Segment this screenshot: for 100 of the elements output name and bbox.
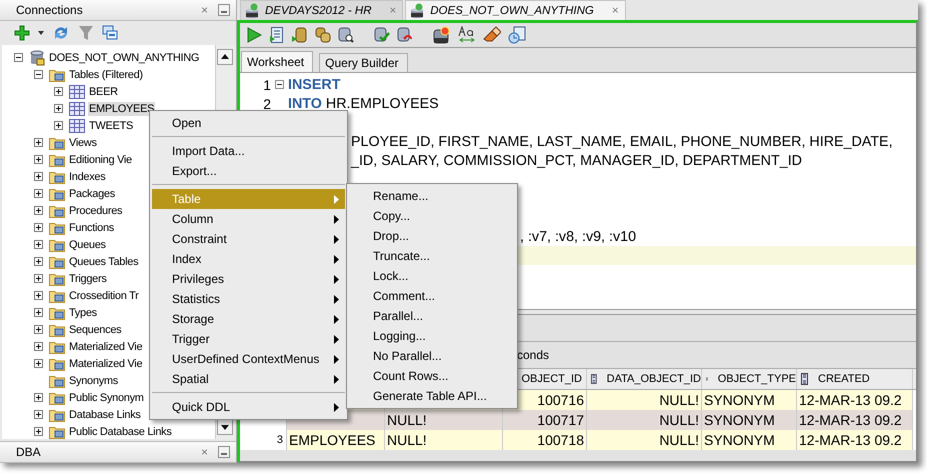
submenu-arrow-icon [334,354,339,364]
expand-icon[interactable] [34,274,43,283]
table-cell: NULL! [587,390,702,410]
database-icon [245,2,261,18]
document-icon[interactable] [269,27,285,43]
expand-icon[interactable] [54,104,63,113]
refresh-icon[interactable] [52,25,70,41]
expand-icon[interactable] [34,342,43,351]
table-icon [69,102,85,116]
menu-item[interactable]: Logging... [349,326,515,346]
tree-item[interactable]: BEER [88,84,119,98]
menu-item[interactable]: Spatial [152,369,345,389]
tree-item[interactable]: Types [68,306,98,320]
close-button[interactable]: × [200,3,208,17]
tree-item[interactable]: Database Links [68,408,142,422]
expand-icon[interactable] [34,189,43,198]
scroll-down-icon[interactable] [217,419,233,435]
expand-icon[interactable] [54,87,63,96]
tree-item[interactable]: Packages [68,186,116,200]
expand-icon[interactable] [34,325,43,334]
windows-icon[interactable] [102,25,118,41]
menu-item[interactable]: UserDefined ContextMenus [152,349,345,369]
scroll-up-icon[interactable] [217,49,233,65]
expand-icon[interactable] [34,155,43,164]
tree-item[interactable]: Views [68,136,98,150]
folder-icon [49,204,65,218]
document-tab[interactable]: DOES_NOT_OWN_ANYTHING × [405,0,626,20]
folder-icon [49,136,65,150]
menu-label: UserDefined ContextMenus [172,352,320,366]
header-label: CREATED [818,373,870,385]
tree-item[interactable]: Queues Tables [68,254,140,268]
menu-item[interactable]: Storage [152,309,345,329]
expand-icon[interactable] [34,172,43,181]
tree-item[interactable]: Queues [68,238,107,252]
expand-icon[interactable] [34,393,43,402]
worksheet-tab[interactable]: Query Builder [319,53,408,72]
tree-item[interactable]: Public Synonym [68,390,145,404]
tree-item[interactable]: Crossedition Tr [68,288,140,302]
collapse-icon[interactable] [34,70,43,79]
table-row[interactable]: 3 EMPLOYEES NULL! 100718 NULL! SYNONYM 12-MAR-13 09.2 [240,430,916,450]
sort-icon[interactable] [591,373,597,385]
menu-item[interactable]: Trigger [152,329,345,349]
collapse-icon[interactable] [14,53,23,62]
expand-icon[interactable] [34,359,43,368]
expand-icon[interactable] [34,427,43,436]
close-button[interactable]: × [612,4,619,16]
tree-item[interactable]: Tables (Filtered) [68,68,144,82]
text-case-icon[interactable] [458,26,476,44]
menu-item[interactable]: Drop... [349,226,515,246]
expand-icon[interactable] [34,410,43,419]
tree-item[interactable]: Triggers [68,272,108,286]
table-cell: SYNONYM [702,390,797,410]
menu-item[interactable]: Comment... [349,286,515,306]
tree-item[interactable]: Synonyms [68,374,119,388]
collapse-icon[interactable] [275,80,284,89]
expand-icon[interactable] [34,223,43,232]
menu-item[interactable]: Rename... [349,186,515,206]
menu-item[interactable]: Lock... [349,266,515,286]
tree-item[interactable]: Functions [68,220,115,234]
menu-item[interactable]: Parallel... [349,306,515,326]
expand-icon[interactable] [34,308,43,317]
close-button[interactable]: × [200,445,208,459]
play-icon[interactable] [246,27,262,43]
expand-icon[interactable] [34,138,43,147]
tree-item[interactable]: Sequences [68,322,122,336]
database-search-icon[interactable] [338,27,354,43]
database-check-icon[interactable] [374,27,390,43]
database-icon[interactable] [315,27,331,43]
tree-item[interactable]: TWEETS [88,118,134,132]
menu-label: Index [172,252,202,266]
plus-icon[interactable] [14,25,30,41]
expand-icon[interactable] [54,121,63,130]
tree-item[interactable]: EMPLOYEES [88,102,156,116]
tree-item[interactable]: Public Database Links [68,424,173,438]
eraser-icon[interactable] [483,26,501,44]
expand-icon[interactable] [34,257,43,266]
database-undo-icon[interactable] [397,27,413,43]
table-cell: NULL! [385,410,503,430]
tree-item[interactable]: Editioning Vie [68,152,133,166]
database-star-icon[interactable] [433,26,451,44]
tree-item[interactable]: Indexes [68,170,106,184]
expand-icon[interactable] [34,291,43,300]
menu-item[interactable]: Copy... [349,206,515,226]
sort-icon[interactable] [801,373,808,385]
menu-item[interactable]: No Parallel... [349,346,515,366]
tree-item[interactable]: Materialized Vie [68,356,144,370]
tree-item[interactable]: DOES_NOT_OWN_ANYTHING [48,50,200,64]
tree-item[interactable]: Procedures [68,204,124,218]
minimize-icon[interactable] [218,4,230,16]
worksheet-tab[interactable]: Worksheet [241,51,314,72]
expand-icon[interactable] [34,206,43,215]
document-tab[interactable]: DEVDAYS2012 - HR × [240,0,404,20]
menu-item[interactable]: Truncate... [349,246,515,266]
tree-item[interactable]: Materialized Vie [68,340,144,354]
caret-icon[interactable] [38,31,44,35]
expand-icon[interactable] [34,240,43,249]
minimize-icon[interactable] [218,446,230,458]
table-cell: SYNONYM [702,430,797,450]
database-icon[interactable] [292,27,308,43]
clock-icon[interactable] [508,26,526,44]
